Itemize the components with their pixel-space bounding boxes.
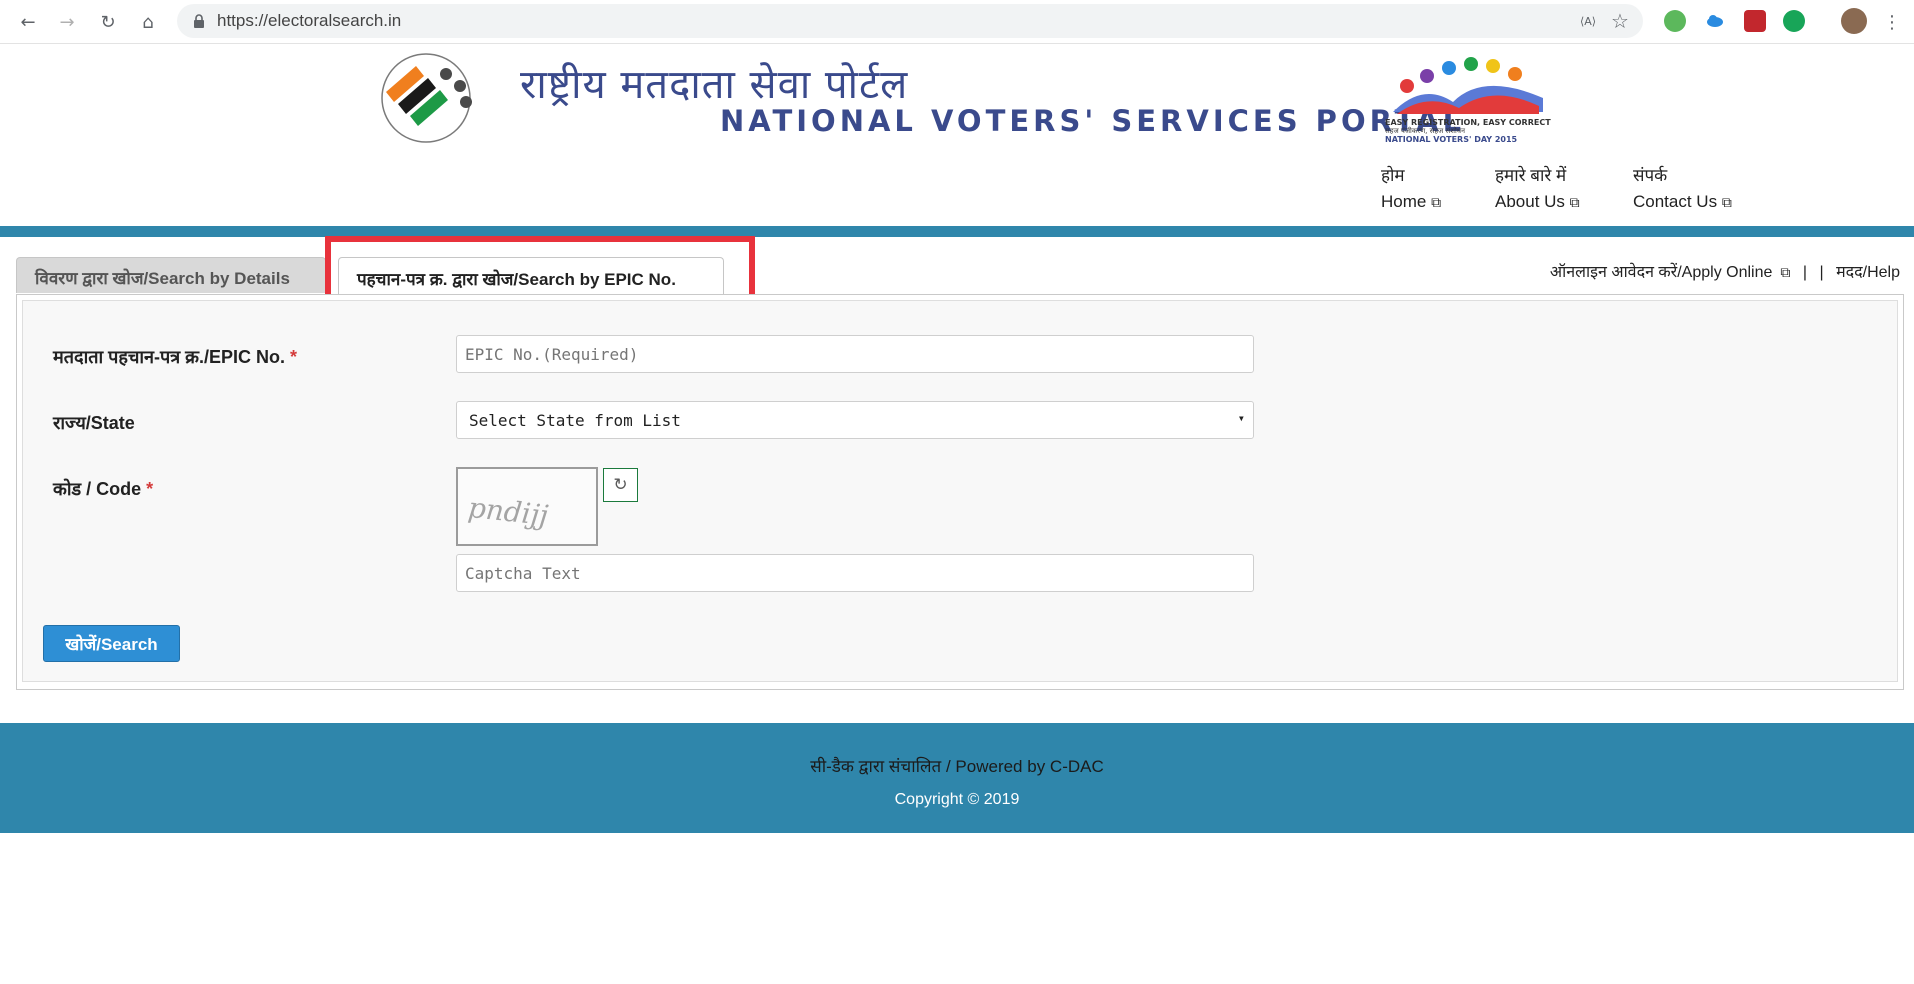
search-button[interactable]: खोजें/Search: [43, 625, 180, 662]
nav-about-hindi: हमारे बारे में: [1495, 166, 1567, 185]
nvd-caption-day: NATIONAL VOTERS' DAY 2015: [1385, 135, 1518, 144]
captcha-image-text: pndijj: [466, 490, 550, 533]
translate-icon[interactable]: ⟨A⟩: [1577, 10, 1599, 32]
captcha-input[interactable]: [456, 554, 1254, 592]
english-portal-title: NATIONAL VOTERS' SERVICES PORTAL: [720, 104, 1466, 138]
tab-search-by-details[interactable]: विवरण द्वारा खोज/Search by Details: [16, 257, 326, 293]
link-separator: |: [1819, 264, 1824, 281]
external-link-icon: ⧉: [1431, 194, 1442, 210]
help-link[interactable]: मदद/Help: [1836, 264, 1900, 281]
code-label: कोड / Code *: [53, 479, 154, 499]
reload-icon[interactable]: ↻: [94, 8, 122, 36]
bookmark-star-icon[interactable]: ☆: [1609, 9, 1631, 33]
required-asterisk: *: [146, 479, 154, 499]
nav-contact-label[interactable]: Contact Us: [1633, 192, 1717, 211]
lock-icon: [194, 14, 204, 28]
captcha-image: pndijj: [456, 467, 598, 546]
back-icon[interactable]: ←: [14, 8, 42, 36]
header-divider-band: [0, 226, 1914, 237]
nav-home-label[interactable]: Home: [1381, 192, 1426, 211]
dropdown-arrow-icon: ▾: [1237, 411, 1245, 425]
top-right-links: ऑनलाइन आवेदन करें/Apply Online ⧉ | | मदद/…: [1546, 260, 1904, 282]
video-extension-icon[interactable]: [1744, 10, 1766, 32]
url-text: https://electoralsearch.in: [217, 11, 402, 30]
extension-green-icon[interactable]: [1664, 10, 1686, 32]
link-separator: |: [1802, 264, 1808, 281]
nav-home-hindi: होम: [1381, 166, 1405, 185]
hindi-portal-title: राष्ट्रीय मतदाता सेवा पोर्टल: [520, 62, 909, 108]
copyright-text: Copyright © 2019: [894, 791, 1020, 808]
required-asterisk: *: [290, 347, 298, 367]
state-select[interactable]: Select State from List ▾: [456, 401, 1254, 439]
nav-contact[interactable]: संपर्क Contact Us ⧉: [1633, 163, 1732, 212]
refresh-icon: ↻: [613, 475, 628, 495]
browser-menu-icon[interactable]: ⋮: [1878, 8, 1906, 36]
nav-home[interactable]: होम Home ⧉: [1381, 163, 1441, 212]
powered-by-text: सी-डैक द्वारा संचालित / Powered by C-DAC: [810, 757, 1104, 776]
epic-label: मतदाता पहचान-पत्र क्र./EPIC No. *: [53, 347, 298, 367]
footer: सी-डैक द्वारा संचालित / Powered by C-DAC…: [0, 723, 1914, 833]
cloud-extension-icon[interactable]: [1704, 10, 1726, 32]
external-link-icon: ⧉: [1569, 194, 1580, 210]
election-commission-logo: [381, 53, 472, 143]
profile-avatar[interactable]: [1841, 8, 1867, 34]
state-select-value: Select State from List: [469, 411, 681, 430]
state-label: राज्य/State: [53, 413, 135, 433]
forward-icon[interactable]: →: [53, 8, 81, 36]
nav-about[interactable]: हमारे बारे में About Us ⧉: [1495, 163, 1580, 212]
epic-number-input[interactable]: [456, 335, 1254, 373]
captcha-refresh-button[interactable]: ↻: [603, 468, 638, 502]
grammarly-icon[interactable]: [1783, 10, 1805, 32]
external-link-icon: ⧉: [1721, 194, 1732, 210]
apply-online-link[interactable]: ऑनलाइन आवेदन करें/Apply Online: [1550, 264, 1773, 281]
nvd-caption-english: EASY REGISTRATION, EASY CORRECTION: [1385, 118, 1551, 127]
home-icon[interactable]: ⌂: [134, 8, 162, 36]
external-link-icon: ⧉: [1780, 264, 1791, 280]
national-voters-day-logo: EASY REGISTRATION, EASY CORRECTION सहज प…: [1385, 57, 1551, 144]
address-bar[interactable]: https://electoralsearch.in ⟨A⟩ ☆: [177, 4, 1643, 38]
nav-about-label[interactable]: About Us: [1495, 192, 1565, 211]
nvd-caption-hindi: सहज पंजीकरण, सहज संशोधन: [1385, 126, 1465, 135]
nav-contact-hindi: संपर्क: [1633, 166, 1668, 185]
browser-toolbar: ← → ↻ ⌂ https://electoralsearch.in ⟨A⟩ ☆…: [0, 0, 1914, 44]
